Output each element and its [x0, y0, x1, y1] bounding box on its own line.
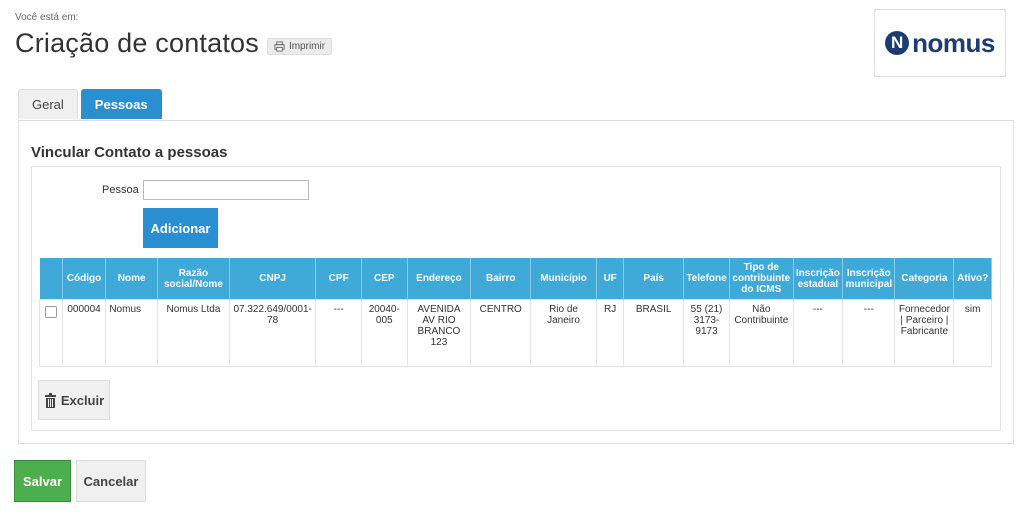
col-endereco[interactable]: Endereço: [407, 258, 472, 300]
table-row[interactable]: 000004 Nomus Nomus Ltda 07.322.649/0001-…: [39, 299, 992, 367]
cell-uf: RJ: [595, 299, 625, 367]
logo-mark-icon: N: [885, 31, 910, 55]
col-codigo[interactable]: Código: [62, 258, 107, 300]
col-bairro[interactable]: Bairro: [470, 258, 532, 300]
print-label: Imprimir: [288, 41, 326, 52]
col-razao[interactable]: Razão social/Nome: [157, 258, 230, 300]
cell-nome: Nomus: [105, 299, 158, 367]
cell-inscricao-estadual: ---: [792, 299, 844, 367]
cell-cnpj: 07.322.649/0001-78: [228, 299, 317, 367]
cell-ativo: sim: [953, 299, 992, 367]
add-button[interactable]: Adicionar: [143, 208, 218, 248]
cell-endereco: AVENIDA AV RIO BRANCO 123: [406, 299, 472, 367]
cell-categoria: Fornecedor | Parceiro | Fabricante: [894, 299, 955, 367]
cell-municipio: Rio de Janeiro: [530, 299, 597, 367]
title-row: Criação de contatos Imprimir: [15, 28, 333, 59]
print-button[interactable]: Imprimir: [266, 38, 333, 55]
save-button[interactable]: Salvar: [14, 460, 71, 502]
col-tipo-icms[interactable]: Tipo de contribuinte do ICMS: [729, 258, 794, 300]
col-nome[interactable]: Nome: [105, 258, 158, 300]
col-inscricao-municipal[interactable]: Inscrição municipal: [842, 258, 896, 300]
cell-codigo: 000004: [61, 299, 107, 367]
cell-cep: 20040-005: [360, 299, 408, 367]
link-person-box: Pessoa Adicionar Código Nome Razão socia…: [31, 166, 1001, 431]
page-title: Criação de contatos: [15, 28, 259, 58]
col-ativo[interactable]: Ativo?: [953, 258, 992, 300]
row-select-cell: [39, 299, 63, 367]
delete-button[interactable]: Excluir: [38, 380, 110, 420]
col-municipio[interactable]: Município: [530, 258, 597, 300]
pessoa-input[interactable]: [143, 180, 309, 200]
pessoas-panel: Vincular Contato a pessoas Pessoa Adicio…: [18, 120, 1014, 444]
cell-pais: BRASIL: [623, 299, 685, 367]
tab-pessoas[interactable]: Pessoas: [80, 89, 162, 119]
delete-label: Excluir: [60, 392, 105, 408]
persons-table: Código Nome Razão social/Nome CNPJ CPF C…: [39, 258, 992, 367]
tab-bar: Geral Pessoas: [18, 89, 162, 119]
cell-tipo-icms: Não Contribuinte: [729, 299, 794, 367]
printer-icon: [274, 41, 285, 52]
section-title: Vincular Contato a pessoas: [31, 144, 228, 161]
cell-cpf: ---: [315, 299, 362, 367]
pessoa-label: Pessoa: [102, 184, 139, 196]
table-header-row: Código Nome Razão social/Nome CNPJ CPF C…: [39, 258, 992, 300]
cell-inscricao-municipal: ---: [842, 299, 896, 367]
company-logo: N nomus: [874, 9, 1006, 77]
col-categoria[interactable]: Categoria: [894, 258, 955, 300]
col-select: [39, 258, 63, 300]
col-cnpj[interactable]: CNPJ: [229, 258, 317, 300]
tab-geral[interactable]: Geral: [18, 89, 78, 119]
breadcrumb: Você está em:: [15, 12, 79, 23]
logo-text: nomus: [912, 27, 995, 58]
col-telefone[interactable]: Telefone: [683, 258, 730, 300]
col-cpf[interactable]: CPF: [315, 258, 362, 300]
cancel-button[interactable]: Cancelar: [76, 460, 146, 502]
col-uf[interactable]: UF: [596, 258, 625, 300]
col-pais[interactable]: País: [623, 258, 685, 300]
col-inscricao-estadual[interactable]: Inscrição estadual: [793, 258, 844, 300]
col-cep[interactable]: CEP: [361, 258, 408, 300]
trash-icon: [44, 392, 56, 408]
cell-bairro: CENTRO: [470, 299, 532, 367]
cell-telefone: 55 (21) 3173-9173: [683, 299, 730, 367]
cell-razao: Nomus Ltda: [156, 299, 230, 367]
row-checkbox[interactable]: [44, 306, 57, 318]
